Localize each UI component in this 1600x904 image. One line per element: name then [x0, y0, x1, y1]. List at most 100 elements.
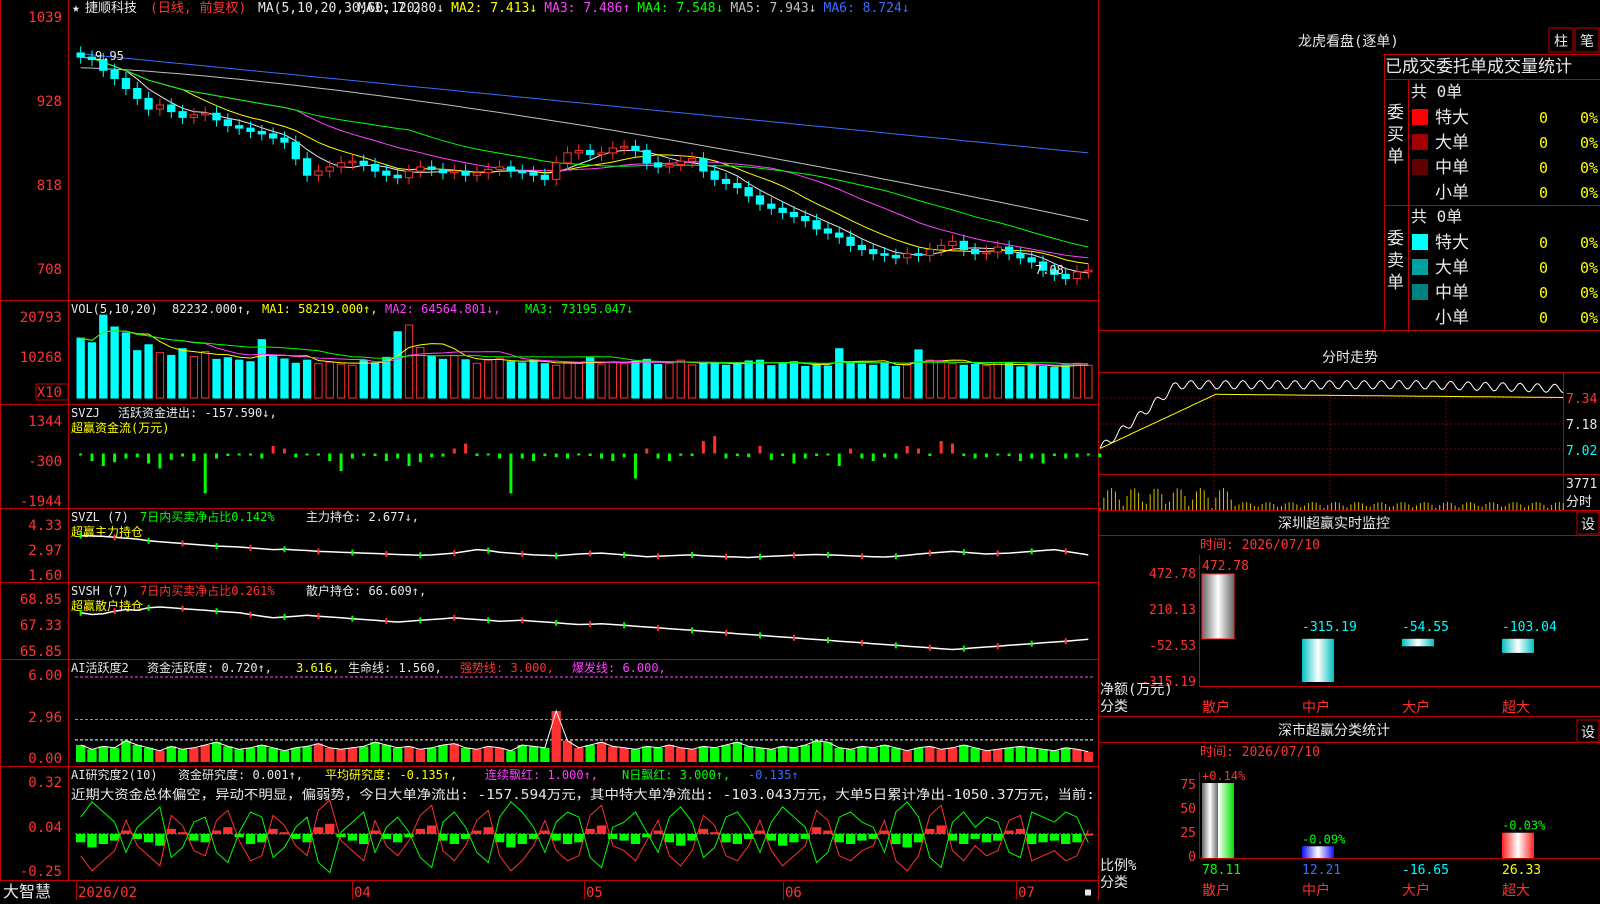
- candle-body: [484, 168, 493, 174]
- candle-body: [223, 119, 233, 127]
- research-bar: [845, 833, 856, 844]
- stock-star-icon[interactable]: ★: [72, 1, 80, 16]
- flow-bar: [248, 453, 252, 456]
- research-bar: [925, 828, 935, 834]
- y-tick: 210.13: [1149, 603, 1196, 618]
- holding-tick: [1064, 548, 1067, 555]
- candle-body: [574, 149, 584, 154]
- lhb-color-swatch: [1412, 134, 1428, 150]
- lhb-row-count: 0: [1539, 234, 1548, 252]
- flow-bar: [1098, 453, 1102, 458]
- research-bar: [766, 833, 776, 841]
- flow-bar: [407, 453, 411, 466]
- ai2-y-axis: 0.32 0.04 -0.25: [20, 775, 62, 880]
- category-label: 大户: [1402, 882, 1430, 899]
- ratio-change-label: -0.09%: [1302, 832, 1346, 846]
- volume-bar: [404, 324, 414, 399]
- svzl-plot[interactable]: [79, 532, 1089, 560]
- candle-body: [891, 254, 901, 259]
- vol-ma2: MA2: 64564.801↓,: [385, 302, 501, 316]
- y-tick: 25: [1180, 826, 1196, 841]
- y-tick: -1944: [20, 494, 62, 510]
- candle-body: [178, 111, 187, 118]
- flow-bar: [701, 441, 705, 454]
- flow-bar: [1041, 453, 1045, 464]
- candlestick-plot[interactable]: [76, 46, 1093, 286]
- ma-value-1: MA1: 7.280↓: [358, 1, 444, 16]
- ai2-plot[interactable]: [75, 799, 1094, 874]
- activity-bar: [642, 746, 652, 762]
- activity-bar: [834, 747, 844, 762]
- activity-bar: [189, 747, 199, 762]
- volume-bar: [133, 350, 142, 399]
- activity-bar: [574, 747, 584, 762]
- stock-name[interactable]: 捷顺科技: [85, 1, 137, 16]
- holding-tick: [725, 553, 728, 560]
- activity-bar: [166, 746, 176, 762]
- sz-monitor-settings-label: 设: [1581, 517, 1595, 533]
- lhb-color-swatch: [1412, 309, 1428, 325]
- volume-bar: [1038, 365, 1048, 399]
- research-bar: [291, 833, 301, 839]
- volume-bar: [653, 363, 663, 399]
- svzl-desc1: 7日内买卖净占比0.142%: [140, 509, 275, 524]
- candle-body: [903, 253, 912, 259]
- activity-bar: [200, 745, 210, 762]
- activity-bar: [925, 746, 935, 762]
- activity-bar: [234, 749, 244, 762]
- volume-bar: [789, 361, 799, 399]
- svzj-header: SVZJ 活跃资金进出: -157.590↓, 超赢资金流(万元): [71, 405, 277, 435]
- lock-icon[interactable]: ■: [1085, 887, 1091, 898]
- net-amount-bar: [1402, 638, 1434, 647]
- volume-bar: [280, 358, 289, 399]
- volume-plot[interactable]: [76, 314, 1093, 399]
- volume-bar: [699, 362, 708, 399]
- candle-body: [416, 166, 425, 172]
- lhb-row-name: 大单: [1435, 133, 1469, 153]
- activity-bar: [109, 747, 120, 762]
- intraday-avg-line: [1099, 393, 1564, 449]
- flow-bar: [226, 453, 230, 457]
- candle-body: [801, 216, 810, 222]
- flow-bar: [158, 453, 162, 469]
- svzj-plot[interactable]: [79, 436, 1102, 494]
- activity-bar: [721, 745, 731, 762]
- svsh-plot[interactable]: [79, 604, 1089, 652]
- ai1-desc5: 爆发线: 6.000,: [572, 660, 666, 675]
- activity-bar: [359, 746, 369, 762]
- lhb-row-pct: 0%: [1580, 309, 1598, 327]
- volume-bar: [597, 363, 606, 399]
- y-tick: 472.78: [1149, 567, 1196, 582]
- activity-bar: [506, 750, 516, 762]
- candle-body: [404, 170, 414, 179]
- research-bar: [981, 833, 992, 843]
- candle-body: [948, 240, 957, 246]
- ai2-desc5: -0.135↑: [748, 768, 799, 782]
- candle-body: [699, 158, 708, 172]
- lhb-row-pct: 0%: [1580, 159, 1598, 177]
- holding-tick: [453, 550, 456, 557]
- intraday-vol-tick: 3771: [1566, 477, 1597, 492]
- lhb-color-swatch: [1412, 259, 1428, 275]
- sz-monitor-panel: 深圳超赢实时监控 设 时间: 2026/07/10 472.78 210.13 …: [1098, 511, 1600, 717]
- volume-bar: [314, 363, 323, 399]
- activity-bar: [744, 746, 754, 762]
- y-tick: 1039: [28, 10, 62, 26]
- flow-bar: [566, 453, 570, 459]
- flow-bar: [498, 453, 502, 459]
- flow-bar: [690, 453, 694, 457]
- lhb-color-swatch: [1412, 234, 1428, 250]
- activity-bar: [947, 747, 958, 762]
- candle-body: [155, 104, 165, 110]
- sz-class-plot[interactable]: +0.14% 78.11 散户 -0.09% 12.21 中户 -16.65 大户 -0.03%…: [1202, 769, 1546, 899]
- ai1-desc2: 3.616,: [296, 661, 339, 675]
- candle-body: [665, 163, 674, 168]
- flow-bar: [147, 453, 151, 464]
- ai1-plot[interactable]: [75, 676, 1094, 762]
- intraday-plot[interactable]: [1099, 379, 1564, 511]
- ratio-bar-overlay: [1202, 783, 1218, 858]
- period-label[interactable]: (日线, 前复权): [150, 0, 246, 16]
- sz-monitor-plot[interactable]: 472.78 散户 -315.19 中户 -54.55 大户 -103.04 超大: [1201, 559, 1557, 716]
- category-label: 散户: [1202, 882, 1230, 899]
- flow-bar: [509, 453, 513, 494]
